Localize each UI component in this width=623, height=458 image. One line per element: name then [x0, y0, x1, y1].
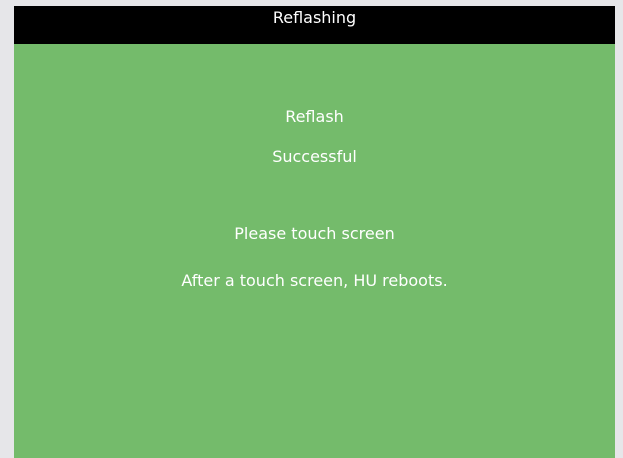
reboot-note: After a touch screen, HU reboots.	[181, 271, 448, 290]
device-frame: Reflashing Reflash Successful Please tou…	[0, 0, 623, 458]
screen-title: Reflashing	[272, 8, 357, 27]
touch-instruction: Please touch screen	[234, 224, 395, 243]
success-label: Successful	[272, 147, 357, 166]
touch-screen-area[interactable]: Reflash Successful Please touch screen A…	[14, 44, 615, 458]
reflash-screen: Reflashing Reflash Successful Please tou…	[14, 6, 615, 458]
title-bar: Reflashing	[14, 6, 615, 44]
reflash-label: Reflash	[285, 107, 344, 126]
